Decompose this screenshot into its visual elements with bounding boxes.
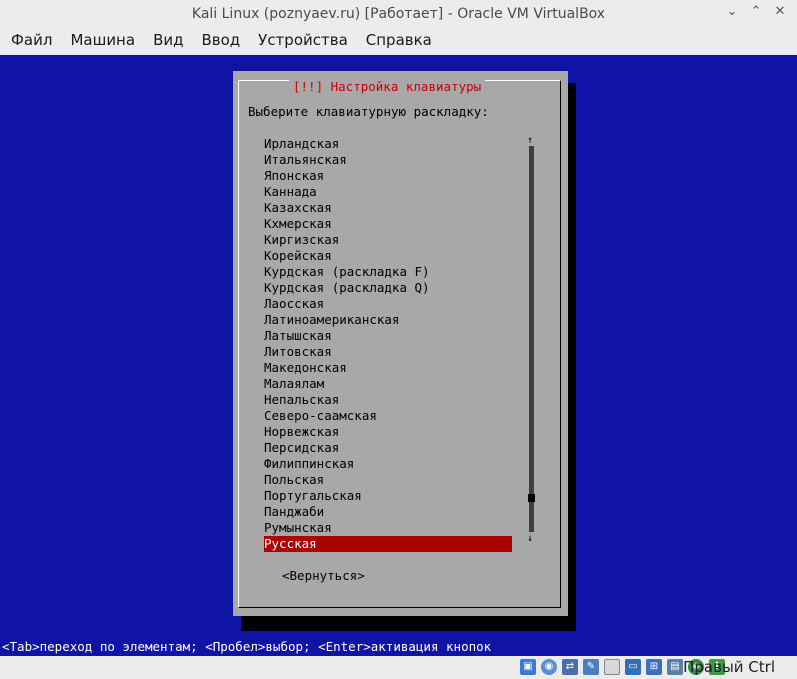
- list-item-selected[interactable]: Русская: [264, 536, 512, 552]
- list-item[interactable]: Японская: [264, 168, 512, 184]
- menu-file[interactable]: Файл: [0, 27, 61, 54]
- scroll-down-icon[interactable]: ↓: [527, 534, 533, 544]
- display-icon[interactable]: [604, 659, 620, 675]
- list-item[interactable]: Латиноамериканская: [264, 312, 512, 328]
- menu-machine[interactable]: Машина: [61, 27, 144, 54]
- vm-display[interactable]: [!!] Настройка клавиатуры Выберите клави…: [0, 55, 797, 656]
- list-item[interactable]: Непальская: [264, 392, 512, 408]
- list-item[interactable]: Малаялам: [264, 376, 512, 392]
- list-item[interactable]: Румынская: [264, 520, 512, 536]
- shared-folders-icon[interactable]: ✎: [583, 659, 599, 675]
- screen-icon[interactable]: ▭: [625, 659, 641, 675]
- hdd-icon[interactable]: ▣: [520, 659, 536, 675]
- list-item[interactable]: Итальянская: [264, 152, 512, 168]
- list-item[interactable]: Польская: [264, 472, 512, 488]
- close-icon[interactable]: ✕: [771, 3, 789, 21]
- menu-input[interactable]: Ввод: [192, 27, 249, 54]
- menu-view[interactable]: Вид: [144, 27, 192, 54]
- list-item[interactable]: Филиппинская: [264, 456, 512, 472]
- vbox-statusbar: ▣ ◉ ⇄ ✎ ▭ ⊞ ▤ ◈ ⬇ Правый Ctrl: [0, 656, 797, 679]
- list-item[interactable]: Персидская: [264, 440, 512, 456]
- menu-help[interactable]: Справка: [357, 27, 441, 54]
- mouse-integration-icon[interactable]: ▤: [667, 659, 683, 675]
- list-item[interactable]: Курдская (раскладка F): [264, 264, 512, 280]
- layout-list[interactable]: Ирландская Итальянская Японская Каннада Каза…: [264, 136, 512, 552]
- dialog-title: [!!] Настройка клавиатуры: [289, 80, 486, 94]
- list-item[interactable]: Ирландская: [264, 136, 512, 152]
- console-help-line: <Tab>переход по элементам; <Пробел>выбор…: [0, 638, 797, 656]
- usb-icon[interactable]: ⇄: [562, 659, 578, 675]
- list-item[interactable]: Литовская: [264, 344, 512, 360]
- list-scrollbar[interactable]: ↑ ↓: [527, 136, 536, 546]
- optical-disc-icon[interactable]: ◉: [541, 659, 557, 675]
- list-item[interactable]: Латышская: [264, 328, 512, 344]
- list-item[interactable]: Норвежская: [264, 424, 512, 440]
- list-item[interactable]: Казахская: [264, 200, 512, 216]
- list-item[interactable]: Лаосская: [264, 296, 512, 312]
- list-item[interactable]: Каннада: [264, 184, 512, 200]
- scroll-up-icon[interactable]: ↑: [527, 136, 533, 146]
- scroll-thumb[interactable]: [528, 494, 535, 502]
- list-item[interactable]: Северо-саамская: [264, 408, 512, 424]
- menu-bar: Файл Машина Вид Ввод Устройства Справка: [0, 27, 797, 54]
- maximize-icon[interactable]: ⌃: [747, 3, 765, 21]
- host-key-label: Правый Ctrl: [683, 658, 775, 676]
- list-item[interactable]: Курдская (раскладка Q): [264, 280, 512, 296]
- back-button[interactable]: <Вернуться>: [282, 568, 365, 583]
- dialog-prompt: Выберите клавиатурную раскладку:: [248, 104, 489, 119]
- window-title: Kali Linux (poznyaev.ru) [Работает] - Or…: [191, 5, 606, 22]
- list-item[interactable]: Македонская: [264, 360, 512, 376]
- list-item[interactable]: Кхмерская: [264, 216, 512, 232]
- window-titlebar[interactable]: Kali Linux (poznyaev.ru) [Работает] - Or…: [0, 0, 797, 27]
- list-item[interactable]: Панджаби: [264, 504, 512, 520]
- window-controls: ⌄ ⌃ ✕: [723, 3, 789, 21]
- list-item[interactable]: Киргизская: [264, 232, 512, 248]
- list-item[interactable]: Португальская: [264, 488, 512, 504]
- network-icon[interactable]: ⊞: [646, 659, 662, 675]
- scroll-track[interactable]: [529, 146, 534, 532]
- menu-devices[interactable]: Устройства: [249, 27, 357, 54]
- keyboard-dialog: [!!] Настройка клавиатуры Выберите клави…: [233, 71, 568, 616]
- minimize-icon[interactable]: ⌄: [723, 3, 741, 21]
- list-item[interactable]: Корейская: [264, 248, 512, 264]
